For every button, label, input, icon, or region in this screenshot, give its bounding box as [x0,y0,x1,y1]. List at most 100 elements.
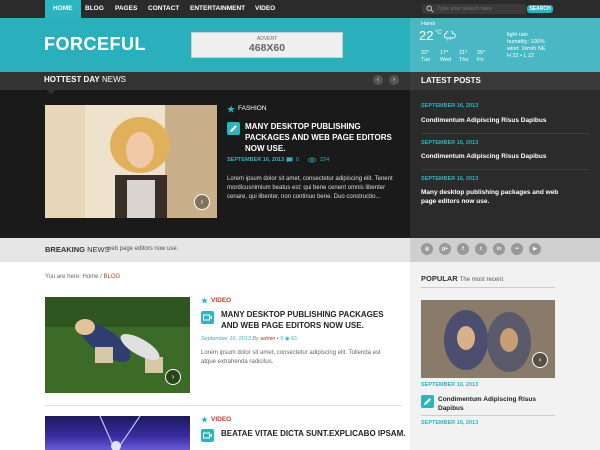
popular-heading-light: The most recent [459,277,504,283]
forecast-temp-4: 25° [477,50,486,56]
breadcrumb-home[interactable]: Home [82,274,98,280]
forecast-day-1: Tue [421,57,431,63]
star-icon [201,416,208,423]
latest-title-1[interactable]: Condimentum Adipiscing Risus Dapibus [421,116,561,125]
weather-city: Hanoi [421,21,436,27]
hottest-excerpt: Lorem ipsum dolor sit amet, consectetur … [227,176,393,200]
comment-icon: ▪ [276,336,279,342]
facebook-icon[interactable]: f [457,243,469,255]
eye-icon [308,157,316,163]
slider-prev-button[interactable]: ‹ [373,75,383,85]
popular-divider [421,415,555,416]
latest-date-3: SEPTEMBER 16, 2013 [421,176,479,182]
hottest-post-title[interactable]: MANY DESKTOP PUBLISHING PACKAGES AND WEB… [245,121,405,154]
cloud-rain-icon [443,31,456,41]
search-button[interactable]: SEARCH [527,5,553,13]
weather-unit: °C [435,30,442,36]
post-excerpt: Lorem ipsum dolor sit amet, consectetur … [201,350,381,365]
latest-date-1: SEPTEMBER 16, 2013 [421,103,479,109]
forecast-temp-3: 21° [459,50,468,56]
advert-banner[interactable]: ADVERT 468X60 [191,32,343,58]
hottest-heading-bold: HOTTEST DAY [44,75,100,84]
search-icon [426,5,434,13]
nav-contact[interactable]: CONTACT [140,0,187,18]
breaking-label: BREAKING NEWS [45,245,110,254]
post-category[interactable]: VIDEO [211,297,231,304]
edit-icon [421,395,434,408]
hottest-photo-art [45,105,217,218]
post-play-button[interactable]: › [165,369,181,385]
advert-size: 468X60 [248,42,286,54]
latest-divider [421,169,589,170]
forecast-day-4: Fri [477,57,484,63]
hottest-feature-image[interactable]: › [45,105,217,218]
slider-next-button[interactable]: › [389,75,399,85]
post-date: September 16, 2013 [201,336,251,342]
popular-divider [421,287,555,288]
post-views: 61 [291,336,298,342]
youtube-icon[interactable]: ▶ [529,243,541,255]
weather-humidity: humidity: 100% [507,39,545,45]
hottest-views: 224 [320,157,330,163]
breadcrumb-prefix: You are here: [45,274,81,280]
post-title[interactable]: BEATAE VITAE DICTA SUNT.EXPLICABO IPSAM. [221,428,406,439]
hottest-heading-light: NEWS [101,75,126,84]
breaking-ticker-text[interactable]: web page editors now use. [107,246,178,252]
flickr-icon[interactable]: •• [511,243,523,255]
breadcrumb-current: BLOG [103,274,121,280]
hottest-play-button[interactable]: › [194,194,210,210]
linkedin-icon[interactable]: in [493,243,505,255]
weather-high-low: H 22 • L 22 [507,53,535,59]
forecast-day-3: Thu [459,57,469,63]
edit-icon [227,122,240,135]
popular-date-2: SEPTEMBER 16, 2013 [421,420,479,426]
forecast-temp-1: 22° [421,50,430,56]
video-icon [201,429,214,442]
hottest-comments: 0 [296,157,300,163]
post-by: By [252,336,259,342]
weather-widget: Hanoi 22 °C 22° Tue 17° Wed 21° Thu 25° … [410,18,600,72]
latest-posts-heading: LATEST POSTS [421,76,481,85]
dribbble-icon[interactable]: ◎ [421,243,433,255]
forecast-day-2: Wed [440,57,452,63]
latest-title-2[interactable]: Condimentum Adipiscing Risus Dapibus [421,152,561,161]
hottest-notch [47,90,55,94]
post-comments: 0 [280,336,284,342]
weather-temp: 22 [419,28,434,43]
post-title[interactable]: MANY DESKTOP PUBLISHING PACKAGES AND WEB… [221,309,401,331]
popular-thumbnail[interactable]: › [421,300,555,378]
breadcrumb-separator: / [100,274,102,280]
forecast-temp-2: 17° [440,50,449,56]
popular-title[interactable]: Condimentum Adipiscing Risus Dapibus [438,395,553,413]
post-author[interactable]: admin [260,336,275,342]
eye-icon: ◉ [284,336,290,342]
twitter-icon[interactable]: t [475,243,487,255]
nav-home[interactable]: HOME [45,0,81,18]
post-category[interactable]: VIDEO [211,416,231,423]
weather-wind: wind: 1km/h NE [507,46,546,52]
concert-photo-art [99,416,141,450]
search-input[interactable] [437,4,523,14]
latest-divider [421,133,589,134]
nav-video[interactable]: VIDEO [247,0,283,18]
breaking-label-bold: BREAKING [45,245,86,254]
post-thumbnail[interactable] [45,416,190,450]
post-thumbnail[interactable]: › [45,297,190,393]
breadcrumb: You are here: Home / BLOG [45,274,120,280]
popular-heading-bold: POPULAR [421,274,458,283]
comment-icon [286,157,293,163]
google-plus-icon[interactable]: g+ [439,243,451,255]
hottest-date: SEPTEMBER 16, 2013 [227,157,285,163]
post-divider [45,405,402,406]
post-meta: September 16, 2013 By admin ▪ 0 ◉ 61 [201,336,297,342]
nav-entertainment[interactable]: ENTERTAINMENT [182,0,253,18]
latest-title-3[interactable]: Many desktop publishing packages and web… [421,188,571,206]
site-logo[interactable]: FORCEFUL [44,34,146,55]
video-icon [201,311,214,324]
popular-heading: POPULAR The most recent [421,274,503,283]
popular-play-button[interactable]: › [532,352,548,368]
star-icon [227,105,235,113]
hottest-heading: HOTTEST DAY NEWS [44,75,126,84]
hottest-category[interactable]: FASHION [238,105,267,112]
latest-date-2: SEPTEMBER 16, 2013 [421,140,479,146]
